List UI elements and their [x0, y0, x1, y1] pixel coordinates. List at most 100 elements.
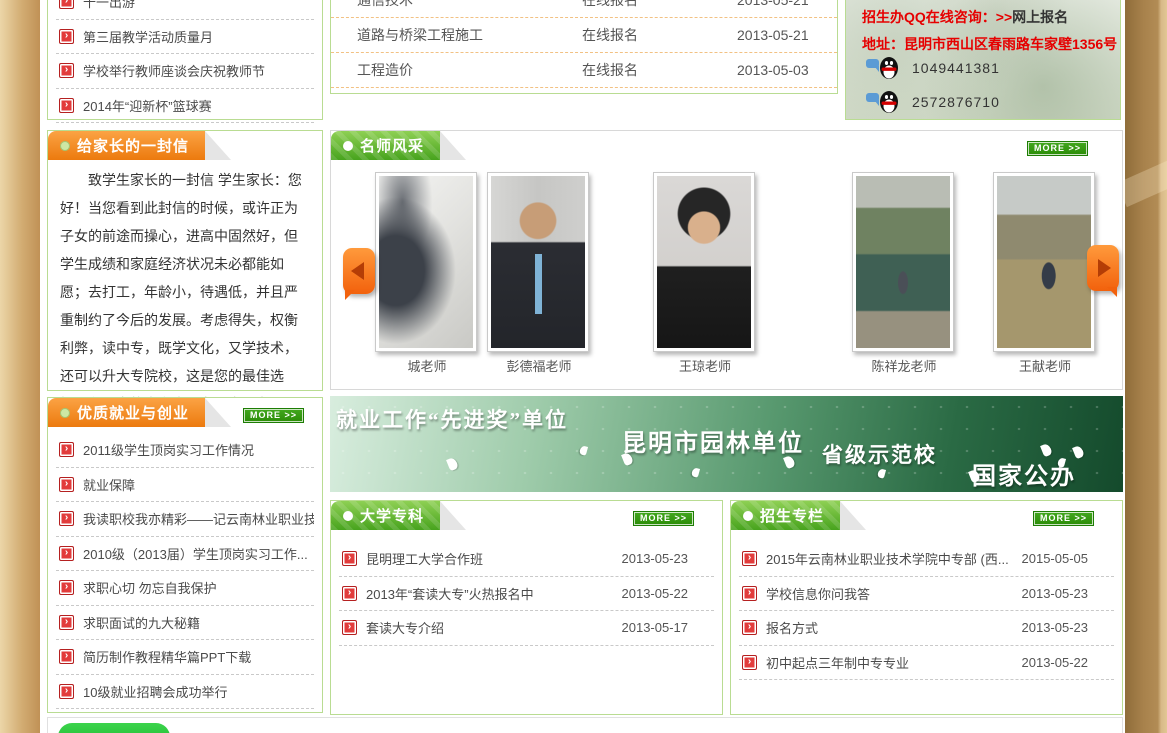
- qq-penguin-icon: [866, 55, 900, 81]
- section-title: 招生专栏: [760, 505, 824, 526]
- list-item-label: 学校信息你问我答: [766, 584, 1010, 603]
- section-title: 大学专科: [360, 505, 424, 526]
- online-signup-link[interactable]: 在线报名: [582, 60, 737, 80]
- list-item[interactable]: › 我读职校我亦精彩——记云南林业职业技术: [56, 502, 314, 537]
- signup-date: 2013-05-21: [737, 27, 837, 43]
- list-item[interactable]: › 第三届教学活动质量月: [56, 20, 314, 55]
- qq-number[interactable]: 2572876710: [912, 94, 1000, 110]
- teacher-photo[interactable]: [993, 172, 1095, 352]
- carousel-prev-button[interactable]: [343, 248, 375, 294]
- right-background-band: [1125, 0, 1167, 733]
- red-arrow-icon: ›: [59, 511, 74, 526]
- list-item[interactable]: › 2013年“套读大专”火热报名中 2013-05-22: [339, 577, 714, 612]
- list-item-label: 套读大专介绍: [366, 618, 610, 637]
- dot-icon: [743, 511, 753, 521]
- list-item-label: 2011级学生顶岗实习工作情况: [83, 440, 314, 459]
- list-item[interactable]: › 学校举行教师座谈会庆祝教师节: [56, 54, 314, 89]
- bottom-strip: [47, 717, 1123, 733]
- red-arrow-icon: ›: [59, 546, 74, 561]
- college-header: 大学专科 MORE >>: [331, 501, 722, 530]
- list-item[interactable]: › 套读大专介绍 2013-05-17: [339, 611, 714, 646]
- list-item[interactable]: › 求职心切 勿忘自我保护: [56, 571, 314, 606]
- red-arrow-icon: ›: [59, 615, 74, 630]
- red-arrow-icon: ›: [59, 477, 74, 492]
- college-box: 大学专科 MORE >> › 昆明理工大学合作班 2013-05-23 › 20…: [330, 500, 723, 715]
- list-item[interactable]: › 2010级（2013届）学生顶岗实习工作...: [56, 537, 314, 572]
- list-item[interactable]: › 10级就业招聘会成功举行: [56, 675, 314, 710]
- list-item[interactable]: › 求职面试的九大秘籍: [56, 606, 314, 641]
- letter-header-tab: 给家长的一封信: [48, 131, 205, 160]
- banner-line1: 就业工作“先进奖”单位: [336, 404, 568, 434]
- list-item[interactable]: › 报名方式 2013-05-23: [739, 611, 1114, 646]
- awards-banner[interactable]: 就业工作“先进奖”单位 昆明市园林单位 省级示范校 国家公办: [330, 396, 1123, 492]
- signup-table: 通信技术 在线报名 2013-05-21 道路与桥梁工程施工 在线报名 2013…: [331, 0, 837, 88]
- list-item-label: 学校举行教师座谈会庆祝教师节: [83, 61, 314, 80]
- employment-header: 优质就业与创业 MORE >>: [48, 398, 322, 427]
- list-item[interactable]: › 2011级学生顶岗实习工作情况: [56, 433, 314, 468]
- signup-date: 2013-05-21: [737, 0, 837, 8]
- more-button[interactable]: MORE >>: [1027, 141, 1088, 156]
- admissions-list: › 2015年云南林业职业技术学院中专部 (西... 2015-05-05 › …: [731, 542, 1122, 680]
- list-item-date: 2013-05-22: [610, 586, 688, 601]
- more-button[interactable]: MORE >>: [243, 408, 304, 423]
- address-line: 地址：昆明市西山区春雨路车家壁1356号: [862, 34, 1117, 54]
- teacher-name: 王琼老师: [635, 356, 775, 375]
- qq-contact-row[interactable]: 1049441381: [866, 55, 1000, 81]
- red-arrow-icon: ›: [742, 551, 757, 566]
- more-button[interactable]: MORE >>: [633, 511, 694, 526]
- list-item-date: 2015-05-05: [1010, 551, 1088, 566]
- teachers-header-tab: 名师风采: [331, 131, 440, 160]
- list-item-label: 报名方式: [766, 618, 1010, 637]
- qq-consult-line: 招生办QQ在线咨询：>>网上报名: [862, 7, 1068, 27]
- dove-icon: [579, 445, 588, 456]
- list-item[interactable]: › 初中起点三年制中专专业 2013-05-22: [739, 646, 1114, 681]
- list-item-label: 2014年“迎新杯”篮球赛: [83, 96, 314, 115]
- letter-header: 给家长的一封信: [48, 131, 322, 160]
- qq-contact-row[interactable]: 2572876710: [866, 89, 1000, 115]
- carousel-next-button[interactable]: [1087, 245, 1119, 291]
- red-arrow-icon: ›: [342, 551, 357, 566]
- list-item[interactable]: › 2014年“迎新杯”篮球赛: [56, 89, 314, 124]
- teacher-photo[interactable]: [852, 172, 954, 352]
- list-item[interactable]: › 2015年云南林业职业技术学院中专部 (西... 2015-05-05: [739, 542, 1114, 577]
- list-item-label: 10级就业招聘会成功举行: [83, 682, 314, 701]
- more-button[interactable]: MORE >>: [1033, 511, 1094, 526]
- online-signup-link[interactable]: 在线报名: [582, 0, 737, 10]
- teacher-photo[interactable]: [487, 172, 589, 352]
- admissions-header: 招生专栏 MORE >>: [731, 501, 1122, 530]
- section-title: 优质就业与创业: [77, 402, 189, 423]
- signup-date: 2013-05-03: [737, 62, 837, 78]
- online-signup-link[interactable]: 网上报名: [1012, 9, 1068, 25]
- teacher-photo-field: [997, 176, 1091, 348]
- letter-to-parents-box: 给家长的一封信 致学生家长的一封信 学生家长：您好！当您看到此封信的时候，或许正…: [47, 130, 323, 391]
- list-item[interactable]: › 十一出游: [56, 0, 314, 20]
- dot-icon: [343, 141, 353, 151]
- online-signup-link[interactable]: 在线报名: [582, 25, 737, 45]
- major-name[interactable]: 道路与桥梁工程施工: [331, 25, 582, 45]
- green-button[interactable]: [58, 723, 170, 733]
- employment-header-tab: 优质就业与创业: [48, 398, 205, 427]
- list-item[interactable]: › 就业保障: [56, 468, 314, 503]
- list-item-label: 求职面试的九大秘籍: [83, 613, 314, 632]
- list-item-label: 2015年云南林业职业技术学院中专部 (西...: [766, 549, 1010, 568]
- list-item[interactable]: › 简历制作教程精华篇PPT下载: [56, 640, 314, 675]
- signup-row: 工程造价 在线报名 2013-05-03: [331, 53, 837, 88]
- major-name[interactable]: 工程造价: [331, 60, 582, 80]
- list-item[interactable]: › 学校信息你问我答 2013-05-23: [739, 577, 1114, 612]
- teacher-photo[interactable]: [375, 172, 477, 352]
- tab-shadow: [205, 398, 231, 427]
- red-arrow-icon: ›: [59, 442, 74, 457]
- qq-number[interactable]: 1049441381: [912, 60, 1000, 76]
- college-header-tab: 大学专科: [331, 501, 440, 530]
- left-background-band: [0, 0, 40, 733]
- employment-box: 优质就业与创业 MORE >> › 2011级学生顶岗实习工作情况 › 就业保障…: [47, 397, 323, 713]
- tab-shadow: [440, 131, 466, 160]
- dot-icon: [60, 141, 70, 151]
- famous-teachers-box: 名师风采 MORE >> 城老师 彭德福老师 王琼老师 陈祥龙老师 王献老师: [330, 130, 1123, 390]
- major-name[interactable]: 通信技术: [331, 0, 582, 10]
- dove-icon: [877, 468, 886, 479]
- list-item[interactable]: › 昆明理工大学合作班 2013-05-23: [339, 542, 714, 577]
- red-arrow-icon: ›: [59, 0, 74, 9]
- dove-icon: [691, 467, 700, 478]
- teacher-photo[interactable]: [653, 172, 755, 352]
